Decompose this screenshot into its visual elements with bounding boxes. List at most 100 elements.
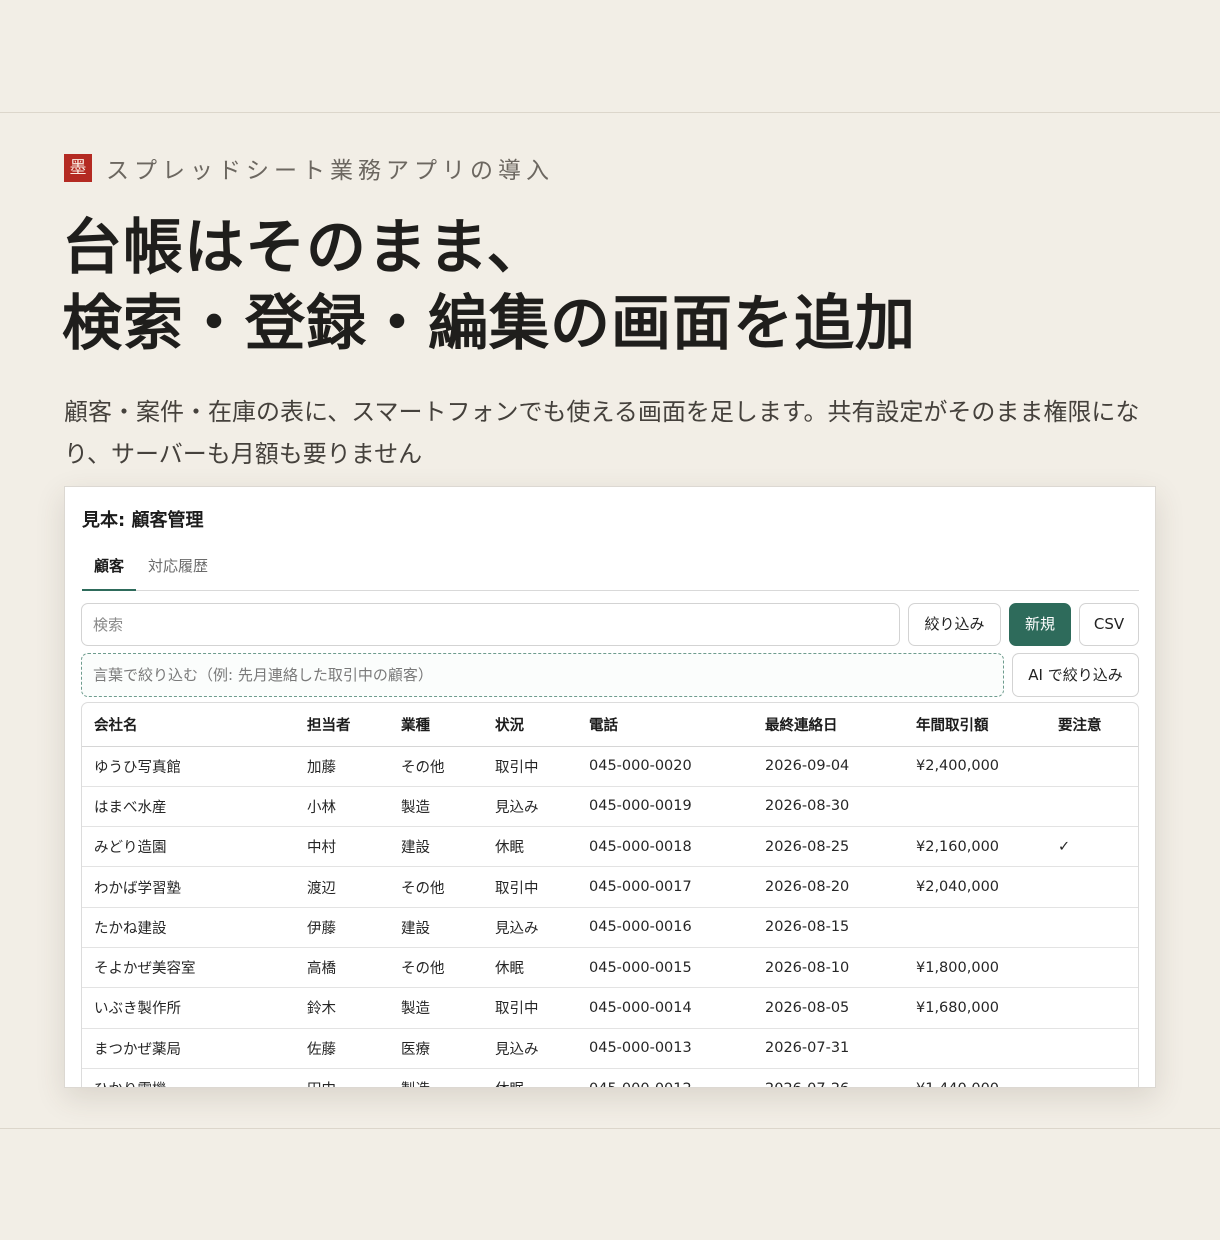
kicker-text: スプレッドシート業務アプリの導入: [106, 158, 554, 184]
cell-phone: 045-000-0020: [577, 746, 753, 787]
cell-status: 休眠: [483, 1068, 577, 1087]
customer-table-container: 会社名 担当者 業種 状況 電話 最終連絡日 年間取引額 要注意 ゆうひ写真館加…: [81, 702, 1139, 1087]
cell-status: 取引中: [483, 987, 577, 1029]
cell-company: みどり造園: [82, 826, 295, 868]
ai-filter-button[interactable]: AI で絞り込み: [1012, 653, 1139, 697]
tab-customers[interactable]: 顧客: [82, 542, 137, 591]
cell-owner: 田中: [295, 1068, 389, 1087]
csv-button[interactable]: CSV: [1079, 603, 1139, 646]
cell-company: ゆうひ写真館: [82, 746, 295, 787]
cell-phone: 045-000-0015: [577, 947, 753, 989]
cell-attention: [1046, 1028, 1138, 1069]
cell-phone: 045-000-0013: [577, 1028, 753, 1069]
cell-last-contact: 2026-08-05: [753, 987, 904, 1029]
column-header[interactable]: 会社名: [82, 703, 295, 747]
cell-company: いぶき製作所: [82, 987, 295, 1029]
cell-status: 見込み: [483, 786, 577, 828]
cell-annual-amount: ¥1,680,000: [904, 987, 1046, 1029]
lead-paragraph: 顧客・案件・在庫の表に、スマートフォンでも使える画面を足します。共有設定がそのま…: [64, 398, 1140, 468]
column-header[interactable]: 状況: [483, 703, 577, 747]
cell-phone: 045-000-0019: [577, 786, 753, 828]
cell-company: まつかぜ薬局: [82, 1028, 295, 1069]
column-header[interactable]: 電話: [577, 703, 753, 747]
table-header-row: 会社名 担当者 業種 状況 電話 最終連絡日 年間取引額 要注意: [82, 703, 1138, 747]
cell-phone: 045-000-0016: [577, 907, 753, 948]
new-button[interactable]: 新規: [1009, 603, 1071, 646]
ai-filter-input[interactable]: [81, 653, 1004, 697]
cell-last-contact: 2026-08-30: [753, 786, 904, 828]
cell-phone: 045-000-0014: [577, 987, 753, 1029]
cell-owner: 佐藤: [295, 1028, 389, 1069]
cell-owner: 伊藤: [295, 907, 389, 948]
cell-company: わかば学習塾: [82, 866, 295, 908]
customer-table: 会社名 担当者 業種 状況 電話 最終連絡日 年間取引額 要注意 ゆうひ写真館加…: [82, 703, 1138, 1087]
cell-attention: ✓: [1046, 826, 1138, 868]
table-row[interactable]: みどり造園 中村 建設 休眠 045-000-0018 2026-08-25 ¥2,160,…: [82, 826, 1138, 868]
app-title: 見本: 顧客管理: [82, 510, 204, 531]
cell-last-contact: 2026-08-10: [753, 947, 904, 989]
cell-industry: 製造: [389, 1068, 483, 1087]
column-header[interactable]: 年間取引額: [904, 703, 1046, 747]
tab-history[interactable]: 対応履歴: [136, 542, 220, 591]
filter-button[interactable]: 絞り込み: [908, 603, 1001, 646]
table-row[interactable]: ゆうひ写真館 加藤 その他 取引中 045-000-0020 2026-09-04 ¥2,4…: [82, 746, 1138, 787]
cell-industry: その他: [389, 947, 483, 989]
cell-company: ひかり電機: [82, 1068, 295, 1087]
cell-last-contact: 2026-08-25: [753, 826, 904, 868]
table-row[interactable]: はまべ水産 小林 製造 見込み 045-000-0019 2026-08-30: [82, 786, 1138, 828]
cell-status: 取引中: [483, 746, 577, 787]
cell-company: はまべ水産: [82, 786, 295, 828]
cell-industry: その他: [389, 866, 483, 908]
cell-phone: 045-000-0018: [577, 826, 753, 868]
cell-owner: 中村: [295, 826, 389, 868]
cell-industry: その他: [389, 746, 483, 787]
cell-industry: 医療: [389, 1028, 483, 1069]
cell-attention: [1046, 907, 1138, 948]
cell-status: 見込み: [483, 1028, 577, 1069]
seal-logo: 墨: [64, 154, 92, 182]
cell-last-contact: 2026-07-26: [753, 1068, 904, 1087]
cell-annual-amount: [904, 907, 1046, 948]
cell-annual-amount: ¥2,160,000: [904, 826, 1046, 868]
search-input[interactable]: [81, 603, 900, 646]
headline: 台帳はそのまま、 検索・登録・編集の画面を追加: [62, 210, 916, 362]
table-row[interactable]: ひかり電機田中製造休眠045-000-00122026-07-26¥1,440,…: [82, 1068, 1138, 1087]
column-header[interactable]: 担当者: [295, 703, 389, 747]
kicker: 墨 スプレッドシート業務アプリの導入: [64, 153, 554, 184]
cell-owner: 加藤: [295, 746, 389, 787]
cell-status: 取引中: [483, 866, 577, 908]
cell-owner: 鈴木: [295, 987, 389, 1029]
cell-industry: 建設: [389, 826, 483, 868]
table-row[interactable]: いぶき製作所 鈴木 製造 取引中 045-000-0014 2026-08-05 ¥1,68…: [82, 987, 1138, 1029]
cell-owner: 高橋: [295, 947, 389, 989]
cell-attention: [1046, 1068, 1138, 1087]
table-row[interactable]: そよかぜ美容室 高橋 その他 休眠 045-000-0015 2026-08-10 ¥1,8…: [82, 947, 1138, 989]
headline-line-1: 台帳はそのまま、: [62, 213, 548, 283]
cell-industry: 建設: [389, 907, 483, 948]
cell-status: 見込み: [483, 907, 577, 948]
cell-industry: 製造: [389, 987, 483, 1029]
cell-attention: [1046, 866, 1138, 908]
cell-status: 休眠: [483, 947, 577, 989]
cell-annual-amount: ¥2,040,000: [904, 866, 1046, 908]
cell-last-contact: 2026-08-20: [753, 866, 904, 908]
cell-attention: [1046, 947, 1138, 989]
column-header[interactable]: 業種: [389, 703, 483, 747]
table-row[interactable]: まつかぜ薬局 佐藤 医療 見込み 045-000-0013 2026-07-31: [82, 1028, 1138, 1069]
table-row[interactable]: たかね建設 伊藤 建設 見込み 045-000-0016 2026-08-15: [82, 907, 1138, 948]
cell-last-contact: 2026-07-31: [753, 1028, 904, 1069]
column-header[interactable]: 要注意: [1046, 703, 1138, 747]
cell-phone: 045-000-0017: [577, 866, 753, 908]
cell-owner: 渡辺: [295, 866, 389, 908]
headline-line-2: 検索・登録・編集の画面を追加: [62, 289, 916, 359]
column-header[interactable]: 最終連絡日: [753, 703, 904, 747]
cell-last-contact: 2026-09-04: [753, 746, 904, 787]
cell-industry: 製造: [389, 786, 483, 828]
cell-attention: [1046, 987, 1138, 1029]
cell-annual-amount: [904, 1028, 1046, 1069]
cell-annual-amount: ¥1,800,000: [904, 947, 1046, 989]
app-preview-panel: 見本: 顧客管理 顧客 対応履歴 絞り込み 新規 CSV AI で絞り込み 会社…: [64, 486, 1156, 1088]
cell-annual-amount: ¥2,400,000: [904, 746, 1046, 787]
table-row[interactable]: わかば学習塾 渡辺 その他 取引中 045-000-0017 2026-08-20 ¥2,0…: [82, 866, 1138, 908]
cell-company: たかね建設: [82, 907, 295, 948]
